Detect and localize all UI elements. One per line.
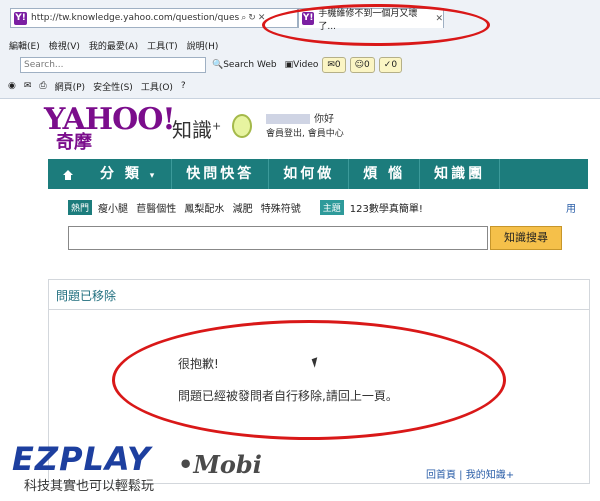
nav-category[interactable]: 分 類 ▾ [86, 159, 173, 189]
watermark-logo: EZPLAY [12, 440, 152, 478]
menu-favorites[interactable]: 我的最愛(A) [89, 39, 138, 52]
home-icon[interactable] [62, 169, 73, 180]
user-links[interactable]: 會員登出, 會員中心 [266, 126, 344, 139]
annotation-oval-message [112, 320, 506, 440]
messenger-icon: ☺ [354, 60, 365, 70]
hot-link[interactable]: 減肥 [233, 204, 253, 215]
watermark-slogan: 科技其實也可以輕鬆玩 [24, 479, 155, 494]
divider [48, 309, 590, 310]
main-nav: 分 類 ▾ 快問快答 如何做 煩 惱 知識團 [48, 159, 588, 189]
menu-help[interactable]: 說明(H) [187, 39, 219, 52]
menu-view[interactable]: 檢視(V) [49, 39, 80, 52]
toolbar-search-input[interactable]: Search... [20, 57, 206, 73]
nav-group[interactable]: 知識團 [420, 159, 501, 189]
knowledge-search-input[interactable] [68, 226, 488, 250]
watermark-mobi: •Mobi [178, 450, 262, 479]
menu-tools[interactable]: 工具(T) [147, 39, 178, 52]
rss-icon[interactable]: ◉ [8, 81, 16, 91]
search-web-button[interactable]: Search Web [223, 60, 276, 70]
badge-check[interactable]: ✓ 0 [378, 57, 403, 73]
topic-link[interactable]: 123數學真簡單! [350, 200, 423, 215]
hot-link[interactable]: 鳳梨配水 [184, 204, 224, 215]
search-web-icon: 🔍 [212, 60, 224, 70]
badge-messenger[interactable]: ☺ 0 [349, 57, 375, 73]
print-icon[interactable]: ⎙ [39, 81, 46, 91]
mail-icon: ✉ [327, 60, 335, 70]
command-bar: ◉ ✉ ⎙ 網頁(P) 安全性(S) 工具(O) ? [0, 78, 600, 94]
right-cut-link[interactable]: 用 [566, 200, 576, 215]
search-toolbar: Search... 🔍 Search Web ▣ Video ✉ 0 ☺ 0 ✓… [0, 56, 600, 74]
topic-label: 主題 [319, 200, 344, 215]
nav-quick-qa[interactable]: 快問快答 [172, 159, 270, 189]
menu-edit[interactable]: 編輯(E) [9, 39, 40, 52]
mail-icon[interactable]: ✉ [24, 81, 32, 91]
refresh-icon[interactable]: ↻ [248, 13, 256, 23]
hot-topics: 熱門 瘦小腿 苣醫個性 鳳梨配水 減肥 特殊符號 主題 123數學真簡單! [68, 200, 423, 215]
panel-title: 問題已移除 [56, 289, 117, 303]
command-page[interactable]: 網頁(P) [55, 80, 85, 93]
command-safety[interactable]: 安全性(S) [93, 80, 133, 93]
hot-label: 熱門 [68, 200, 93, 215]
yahoo-favicon-icon: Y! [14, 11, 27, 25]
nav-worries[interactable]: 煩 惱 [349, 159, 421, 189]
footer-links[interactable]: 回首頁 | 我的知識+ [426, 466, 514, 481]
hot-link[interactable]: 瘦小腿 [98, 204, 128, 215]
video-button[interactable]: Video [293, 60, 318, 70]
command-tools[interactable]: 工具(O) [141, 80, 173, 93]
check-icon: ✓ [383, 60, 392, 70]
help-icon[interactable]: ? [181, 81, 186, 91]
knowledge-search-button[interactable]: 知識搜尋 [490, 226, 562, 250]
annotation-oval-tab [262, 4, 490, 46]
nav-how-to[interactable]: 如何做 [269, 159, 350, 189]
search-icon[interactable]: ⌕ [241, 13, 246, 23]
hot-link[interactable]: 特殊符號 [261, 204, 301, 215]
badge-mail[interactable]: ✉ 0 [322, 57, 346, 73]
lightbulb-icon [232, 114, 252, 138]
video-icon: ▣ [284, 60, 294, 70]
brand-title: 知識+ [172, 118, 222, 142]
hot-link[interactable]: 苣醫個性 [136, 204, 176, 215]
yahoo-logo-sub: 奇摩 [56, 132, 92, 153]
user-greeting: 你好 [266, 110, 334, 125]
address-bar[interactable]: Y! http://tw.knowledge.yahoo.com/questio… [10, 8, 298, 28]
chevron-down-icon: ▾ [149, 171, 158, 181]
address-text: http://tw.knowledge.yahoo.com/question/q… [31, 13, 240, 23]
avatar [266, 114, 310, 124]
